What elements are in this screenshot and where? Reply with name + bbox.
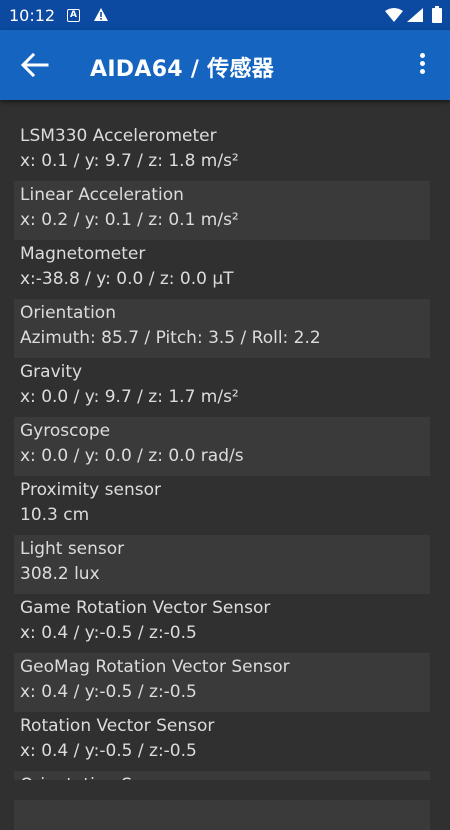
wifi-icon (385, 8, 403, 22)
sensor-item-orientation[interactable]: Orientation Azimuth: 85.7 / Pitch: 3.5 /… (14, 299, 430, 358)
sensor-name: GeoMag Rotation Vector Sensor (20, 657, 290, 677)
sensor-name: Game Rotation Vector Sensor (20, 598, 271, 618)
page-title: AIDA64 / 传感器 (90, 57, 275, 82)
app-bar: AIDA64 / 传感器 (0, 30, 450, 100)
back-arrow-icon[interactable] (20, 52, 50, 78)
more-options-icon[interactable] (412, 50, 432, 80)
sensor-value: 308.2 lux (20, 564, 100, 584)
battery-icon (432, 6, 442, 23)
status-time: 10:12 (9, 6, 56, 25)
sensor-item-geomag-rotation-vector[interactable]: GeoMag Rotation Vector Sensor x: 0.4 / y… (14, 653, 430, 712)
sensor-item-linear-acceleration[interactable]: Linear Acceleration x: 0.2 / y: 0.1 / z:… (14, 181, 430, 240)
sensor-item-game-rotation-vector[interactable]: Game Rotation Vector Sensor x: 0.4 / y:-… (14, 594, 430, 653)
sensor-name: Orientation (20, 303, 116, 323)
sensor-value: x: 0.4 / y:-0.5 / z:-0.5 (20, 682, 197, 702)
sensor-name: Linear Acceleration (20, 185, 184, 205)
sensor-value: x: 0.2 / y: 0.1 / z: 0.1 m/s² (20, 210, 239, 230)
sensor-item-magnetometer[interactable]: Magnetometer x:-38.8 / y: 0.0 / z: 0.0 µ… (14, 240, 430, 299)
sensor-name: Magnetometer (20, 244, 146, 264)
sensor-item-lsm330-accelerometer[interactable]: LSM330 Accelerometer x: 0.1 / y: 9.7 / z… (14, 122, 430, 181)
sensor-item-gravity[interactable]: Gravity x: 0.0 / y: 9.7 / z: 1.7 m/s² (14, 358, 430, 417)
notification-a-icon: A (67, 9, 80, 22)
sensor-item-gyroscope[interactable]: Gyroscope x: 0.0 / y: 0.0 / z: 0.0 rad/s (14, 417, 430, 476)
list-bottom-edge (0, 780, 450, 800)
sensor-value: x:-38.8 / y: 0.0 / z: 0.0 µT (20, 269, 234, 289)
sensor-item-light[interactable]: Light sensor 308.2 lux (14, 535, 430, 594)
status-bar: 10:12 A (0, 0, 450, 30)
warning-icon (94, 8, 108, 21)
sensor-value: x: 0.1 / y: 9.7 / z: 1.8 m/s² (20, 151, 239, 171)
sensor-value: x: 0.0 / y: 0.0 / z: 0.0 rad/s (20, 446, 244, 466)
sensor-value: Azimuth: 85.7 / Pitch: 3.5 / Roll: 2.2 (20, 328, 321, 348)
sensor-value: x: 0.0 / y: 9.7 / z: 1.7 m/s² (20, 387, 239, 407)
sensor-name: LSM330 Accelerometer (20, 126, 217, 146)
sensor-name: Rotation Vector Sensor (20, 716, 215, 736)
sensor-value: x: 0.4 / y:-0.5 / z:-0.5 (20, 741, 197, 761)
sensor-name: Gyroscope (20, 421, 111, 441)
signal-icon (407, 8, 423, 22)
sensor-list: LSM330 Accelerometer x: 0.1 / y: 9.7 / z… (0, 122, 450, 830)
sensor-item-proximity[interactable]: Proximity sensor 10.3 cm (14, 476, 430, 535)
sensor-item-rotation-vector[interactable]: Rotation Vector Sensor x: 0.4 / y:-0.5 /… (14, 712, 430, 771)
sensor-name: Proximity sensor (20, 480, 161, 500)
sensor-value: x: 0.4 / y:-0.5 / z:-0.5 (20, 623, 197, 643)
sensor-name: Light sensor (20, 539, 125, 559)
sensor-name: Gravity (20, 362, 83, 382)
sensor-value: 10.3 cm (20, 505, 90, 525)
